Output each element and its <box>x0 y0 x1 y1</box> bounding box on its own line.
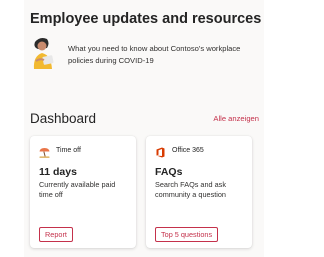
card-headline: FAQs <box>155 166 183 178</box>
panel-title: Employee updates and resources <box>30 11 262 27</box>
see-all-link[interactable]: Alle anzeigen <box>213 114 259 123</box>
card-description: Search FAQs and ask community a question <box>155 180 226 199</box>
updates-text: What you need to know about Contoso's wo… <box>68 44 241 65</box>
card-headline: 11 days <box>39 166 77 178</box>
card-description: Currently available paid time off <box>39 180 116 199</box>
updates-item[interactable]: What you need to know about Contoso's wo… <box>30 36 258 80</box>
dashboard-title: Dashboard <box>30 111 97 126</box>
office365-icon <box>155 145 166 157</box>
time-off-card[interactable]: Time off 11 days Currently available pai… <box>30 136 136 248</box>
office365-card[interactable]: Office 365 FAQs Search FAQs and ask comm… <box>146 136 252 248</box>
top-questions-button[interactable]: Top 5 questions <box>155 227 219 242</box>
card-header: Time off <box>39 144 81 158</box>
employee-updates-panel: Employee updates and resources What you … <box>24 0 264 257</box>
vacation-icon <box>39 145 50 158</box>
report-button[interactable]: Report <box>39 227 73 242</box>
card-header-label: Office 365 <box>172 146 204 154</box>
card-header: Office 365 <box>155 144 204 157</box>
person-reading-icon <box>30 36 60 70</box>
card-header-label: Time off <box>56 146 81 154</box>
